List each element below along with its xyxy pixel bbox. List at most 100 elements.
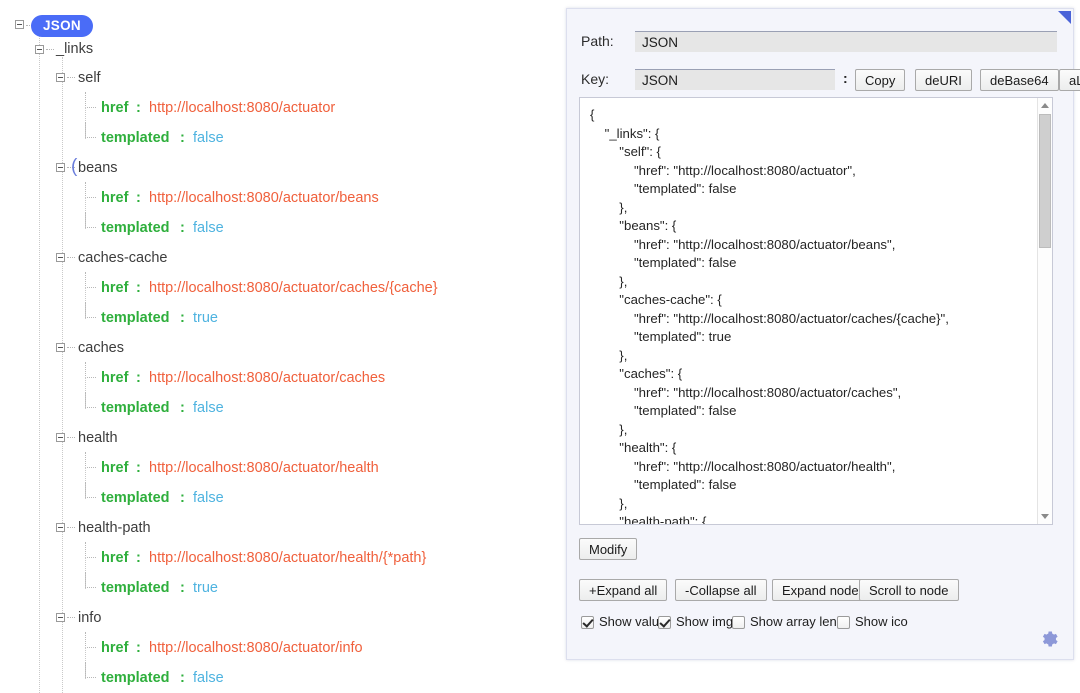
tree-elbow-connector: [85, 662, 96, 678]
checkbox-show-ico-icon[interactable]: [837, 616, 850, 629]
expander-links-icon[interactable]: [35, 45, 44, 54]
key-input[interactable]: [635, 69, 835, 90]
tree-node-label: health: [78, 423, 118, 453]
expander-health-path-icon[interactable]: [56, 523, 65, 532]
tree-value-boolean[interactable]: false: [193, 393, 224, 423]
tree-key-colon: :: [136, 543, 141, 573]
expand-all-button[interactable]: +Expand all: [579, 579, 667, 601]
tree-node-beans[interactable]: (beans: [0, 153, 560, 183]
tree-node-health[interactable]: health: [0, 423, 560, 453]
tree-leaf-health-path-href[interactable]: href: http://localhost:8080/actuator/heal…: [0, 543, 560, 573]
json-text-content: { "_links": { "self": { "href": "http://…: [580, 98, 949, 525]
expander-info-icon[interactable]: [56, 613, 65, 622]
deuri-button[interactable]: deURI: [915, 69, 972, 91]
copy-button[interactable]: Copy: [855, 69, 905, 91]
tree-value-boolean[interactable]: false: [193, 483, 224, 513]
expander-stub: [67, 257, 75, 258]
collapse-triangle-icon[interactable]: [1058, 11, 1071, 24]
scroll-up-icon[interactable]: [1041, 103, 1049, 108]
tree-value-url[interactable]: http://localhost:8080/actuator/caches: [149, 363, 385, 393]
tree-node-health-path[interactable]: health-path: [0, 513, 560, 543]
key-colon: :: [843, 70, 848, 86]
collapse-all-button[interactable]: -Collapse all: [675, 579, 767, 601]
tree-leaf-caches-templated[interactable]: templated:false: [0, 393, 560, 423]
tree-key-label: href: [101, 453, 128, 483]
tree-node-label: caches-cache: [78, 243, 167, 273]
tree-elbow-connector: [85, 182, 96, 198]
expander-root-icon[interactable]: [15, 20, 24, 29]
checkbox-label: Show value: [599, 614, 666, 629]
tree-leaf-health-path-templated[interactable]: templated:true: [0, 573, 560, 603]
tree-key-colon: :: [180, 663, 185, 693]
tree-key-label: templated: [101, 303, 170, 333]
scroll-down-icon[interactable]: [1041, 514, 1049, 519]
tree-elbow-connector: [85, 92, 96, 108]
tree-leaf-caches-href[interactable]: href: http://localhost:8080/actuator/cach…: [0, 363, 560, 393]
scrollbar-thumb[interactable]: [1039, 114, 1051, 248]
tree-key-colon: :: [136, 93, 141, 123]
tree-value-url[interactable]: http://localhost:8080/actuator/beans: [149, 183, 379, 213]
tree-value-url[interactable]: http://localhost:8080/actuator/info: [149, 633, 363, 663]
tree-leaf-self-href[interactable]: href:http://localhost:8080/actuator: [0, 93, 560, 123]
tree-elbow-connector: [85, 542, 96, 558]
expand-node-button[interactable]: Expand node: [772, 579, 869, 601]
tree-leaf-beans-templated[interactable]: templated:false: [0, 213, 560, 243]
tree-leaf-beans-href[interactable]: href:http://localhost:8080/actuator/bean…: [0, 183, 560, 213]
tree-value-boolean[interactable]: false: [193, 213, 224, 243]
tree-row-links[interactable]: _links: [0, 39, 560, 63]
tree-key-colon: :: [180, 573, 185, 603]
tree-elbow-connector: [85, 392, 96, 408]
tree-key-label: templated: [101, 663, 170, 693]
tree-key-label: href: [101, 543, 128, 573]
tree-value-boolean[interactable]: false: [193, 123, 224, 153]
checkbox-show-array-leng-icon[interactable]: [732, 616, 745, 629]
checkbox-show-img-icon[interactable]: [658, 616, 671, 629]
tree-node-label-links: _links: [56, 34, 93, 64]
tree-node-caches-cache[interactable]: caches-cache: [0, 243, 560, 273]
tree-node-info[interactable]: info: [0, 603, 560, 633]
checkbox-show-value-icon[interactable]: [581, 616, 594, 629]
expander-caches-icon[interactable]: [56, 343, 65, 352]
tree-value-url[interactable]: http://localhost:8080/actuator: [149, 93, 335, 123]
tree-leaf-self-templated[interactable]: templated:false: [0, 123, 560, 153]
tree-key-label: templated: [101, 483, 170, 513]
json-tree-pane[interactable]: JSON _links selfhref:http://localhost:80…: [0, 0, 560, 693]
json-textarea[interactable]: { "_links": { "self": { "href": "http://…: [579, 97, 1053, 525]
debase64-button[interactable]: deBase64: [980, 69, 1059, 91]
textarea-scrollbar[interactable]: [1037, 98, 1052, 524]
tree-node-label: info: [78, 603, 101, 633]
tree-key-label: href: [101, 363, 128, 393]
tree-leaf-info-href[interactable]: href:http://localhost:8080/actuator/info: [0, 633, 560, 663]
tree-leaf-health-href[interactable]: href:http://localhost:8080/actuator/heal…: [0, 453, 560, 483]
tree-leaf-health-templated[interactable]: templated: false: [0, 483, 560, 513]
tree-value-url[interactable]: http://localhost:8080/actuator/health/{*…: [149, 543, 426, 573]
path-input[interactable]: [635, 31, 1057, 52]
tree-key-colon: :: [136, 363, 141, 393]
tree-value-boolean[interactable]: false: [193, 663, 224, 693]
tree-value-url[interactable]: http://localhost:8080/actuator/health: [149, 453, 379, 483]
gear-icon[interactable]: [1039, 629, 1059, 649]
expander-health-icon[interactable]: [56, 433, 65, 442]
expander-stub: [67, 77, 75, 78]
tree-key-colon: :: [180, 483, 185, 513]
checkbox-label: Show img: [676, 614, 733, 629]
tree-value-url[interactable]: http://localhost:8080/actuator/caches/{c…: [149, 273, 438, 303]
tree-leaf-caches-cache-href[interactable]: href:http://localhost:8080/actuator/cach…: [0, 273, 560, 303]
tree-leaf-caches-cache-templated[interactable]: templated: true: [0, 303, 560, 333]
expander-self-icon[interactable]: [56, 73, 65, 82]
tree-key-colon: :: [180, 303, 185, 333]
tree-key-label: templated: [101, 393, 170, 423]
modify-button[interactable]: Modify: [579, 538, 637, 560]
tree-leaf-info-templated[interactable]: templated: false: [0, 663, 560, 693]
tree-node-caches[interactable]: caches: [0, 333, 560, 363]
expander-stub: [46, 49, 54, 50]
tree-node-self[interactable]: self: [0, 63, 560, 93]
tree-value-boolean[interactable]: true: [193, 303, 218, 333]
tree-node-label: beans: [78, 153, 118, 183]
expander-beans-icon[interactable]: [56, 163, 65, 172]
expander-caches-cache-icon[interactable]: [56, 253, 65, 262]
tree-value-boolean[interactable]: true: [193, 573, 218, 603]
aline-button[interactable]: aLine: [1059, 69, 1080, 91]
scroll-to-node-button[interactable]: Scroll to node: [859, 579, 959, 601]
tree-key-colon: :: [136, 273, 141, 303]
